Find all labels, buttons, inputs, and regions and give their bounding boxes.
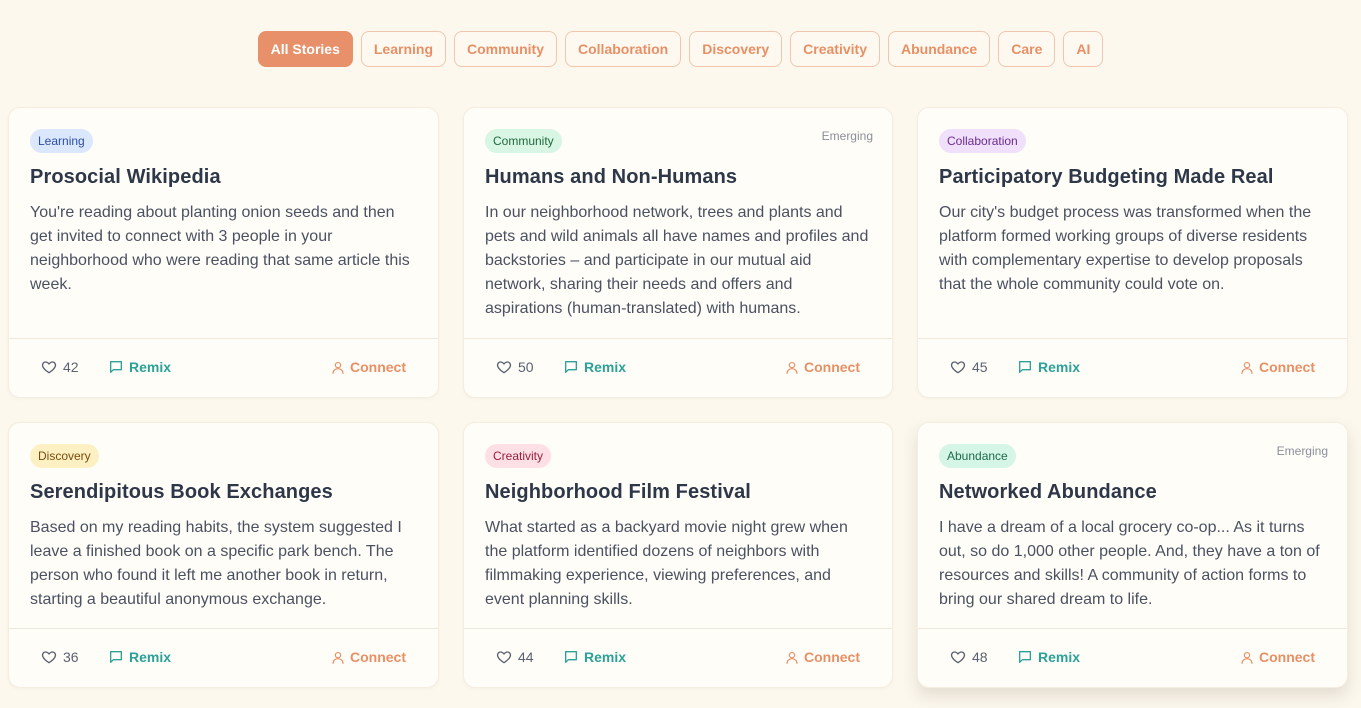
card-footer: 50 Remix Connect	[464, 338, 892, 397]
heart-icon	[950, 359, 966, 375]
story-title: Networked Abundance	[939, 481, 1157, 503]
remix-label: Remix	[129, 359, 172, 375]
connect-label: Connect	[350, 649, 406, 665]
heart-icon	[496, 649, 512, 665]
user-icon	[785, 650, 799, 665]
card-footer: 45 Remix Connect	[918, 338, 1347, 397]
story-card[interactable]: Discovery Serendipitous Book Exchanges B…	[8, 422, 439, 688]
user-icon	[1240, 650, 1254, 665]
message-square-icon	[1017, 359, 1033, 375]
story-card[interactable]: Community Emerging Humans and Non-Humans…	[463, 107, 893, 398]
like-button[interactable]: 50	[496, 349, 534, 385]
story-title: Participatory Budgeting Made Real	[939, 166, 1274, 188]
story-card[interactable]: Abundance Emerging Networked Abundance I…	[917, 422, 1348, 688]
filter-creativity[interactable]: Creativity	[790, 31, 880, 67]
like-button[interactable]: 42	[41, 349, 79, 385]
story-card[interactable]: Learning Prosocial Wikipedia You're read…	[8, 107, 439, 398]
category-tag: Abundance	[939, 444, 1016, 468]
like-button[interactable]: 36	[41, 639, 79, 675]
story-body: Based on my reading habits, the system s…	[30, 519, 402, 608]
remix-button[interactable]: Remix	[563, 349, 626, 385]
message-square-icon	[1017, 649, 1033, 665]
remix-button[interactable]: Remix	[563, 639, 626, 675]
story-body: In our neighborhood network, trees and p…	[485, 204, 869, 317]
like-count: 45	[972, 359, 988, 375]
card-footer: 42 Remix Connect	[9, 338, 438, 397]
message-square-icon	[108, 649, 124, 665]
emerging-label: Emerging	[821, 129, 873, 143]
remix-button[interactable]: Remix	[1017, 349, 1080, 385]
remix-button[interactable]: Remix	[108, 349, 171, 385]
story-card[interactable]: Collaboration Participatory Budgeting Ma…	[917, 107, 1348, 398]
filter-collaboration[interactable]: Collaboration	[565, 31, 682, 67]
category-tag: Creativity	[485, 444, 552, 468]
like-count: 44	[518, 649, 534, 665]
filter-ai[interactable]: AI	[1063, 31, 1104, 67]
remix-label: Remix	[129, 649, 172, 665]
connect-button[interactable]: Connect	[785, 349, 860, 385]
connect-label: Connect	[804, 359, 860, 375]
message-square-icon	[108, 359, 124, 375]
card-footer: 48 Remix Connect	[918, 628, 1347, 687]
card-footer: 36 Remix Connect	[9, 628, 438, 687]
remix-button[interactable]: Remix	[108, 639, 171, 675]
filter-all-stories[interactable]: All Stories	[257, 31, 353, 67]
story-body: What started as a backyard movie night g…	[485, 519, 848, 608]
connect-button[interactable]: Connect	[331, 639, 406, 675]
story-title: Serendipitous Book Exchanges	[30, 481, 333, 503]
connect-label: Connect	[1259, 649, 1315, 665]
filter-abundance[interactable]: Abundance	[887, 31, 991, 67]
heart-icon	[41, 359, 57, 375]
filter-discovery[interactable]: Discovery	[689, 31, 783, 67]
filter-care[interactable]: Care	[998, 31, 1056, 67]
category-tag: Learning	[30, 129, 93, 153]
connect-label: Connect	[804, 649, 860, 665]
remix-label: Remix	[584, 649, 627, 665]
like-button[interactable]: 45	[950, 349, 988, 385]
category-filter-bar: All Stories Learning Community Collabora…	[0, 31, 1361, 67]
user-icon	[331, 360, 345, 375]
like-count: 50	[518, 359, 534, 375]
story-card[interactable]: Creativity Neighborhood Film Festival Wh…	[463, 422, 893, 688]
card-footer: 44 Remix Connect	[464, 628, 892, 687]
remix-button[interactable]: Remix	[1017, 639, 1080, 675]
connect-button[interactable]: Connect	[331, 349, 406, 385]
remix-label: Remix	[1038, 649, 1081, 665]
connect-button[interactable]: Connect	[1240, 349, 1315, 385]
connect-label: Connect	[1259, 359, 1315, 375]
story-body: You're reading about planting onion seed…	[30, 204, 410, 293]
heart-icon	[41, 649, 57, 665]
message-square-icon	[563, 649, 579, 665]
remix-label: Remix	[1038, 359, 1081, 375]
remix-label: Remix	[584, 359, 627, 375]
story-body: I have a dream of a local grocery co-op.…	[939, 519, 1320, 608]
heart-icon	[496, 359, 512, 375]
like-count: 48	[972, 649, 988, 665]
category-tag: Collaboration	[939, 129, 1026, 153]
message-square-icon	[563, 359, 579, 375]
story-grid: Learning Prosocial Wikipedia You're read…	[8, 107, 1348, 688]
story-title: Humans and Non-Humans	[485, 166, 738, 188]
like-button[interactable]: 48	[950, 639, 988, 675]
connect-button[interactable]: Connect	[1240, 639, 1315, 675]
user-icon	[331, 650, 345, 665]
story-body: Our city's budget process was transforme…	[939, 204, 1312, 293]
connect-label: Connect	[350, 359, 406, 375]
emerging-label: Emerging	[1276, 444, 1328, 458]
like-count: 36	[63, 649, 79, 665]
filter-community[interactable]: Community	[454, 31, 557, 67]
like-count: 42	[63, 359, 79, 375]
story-title: Neighborhood Film Festival	[485, 481, 751, 503]
category-tag: Community	[485, 129, 562, 153]
heart-icon	[950, 649, 966, 665]
user-icon	[1240, 360, 1254, 375]
user-icon	[785, 360, 799, 375]
like-button[interactable]: 44	[496, 639, 534, 675]
story-title: Prosocial Wikipedia	[30, 166, 221, 188]
category-tag: Discovery	[30, 444, 99, 468]
connect-button[interactable]: Connect	[785, 639, 860, 675]
filter-learning[interactable]: Learning	[360, 31, 446, 67]
